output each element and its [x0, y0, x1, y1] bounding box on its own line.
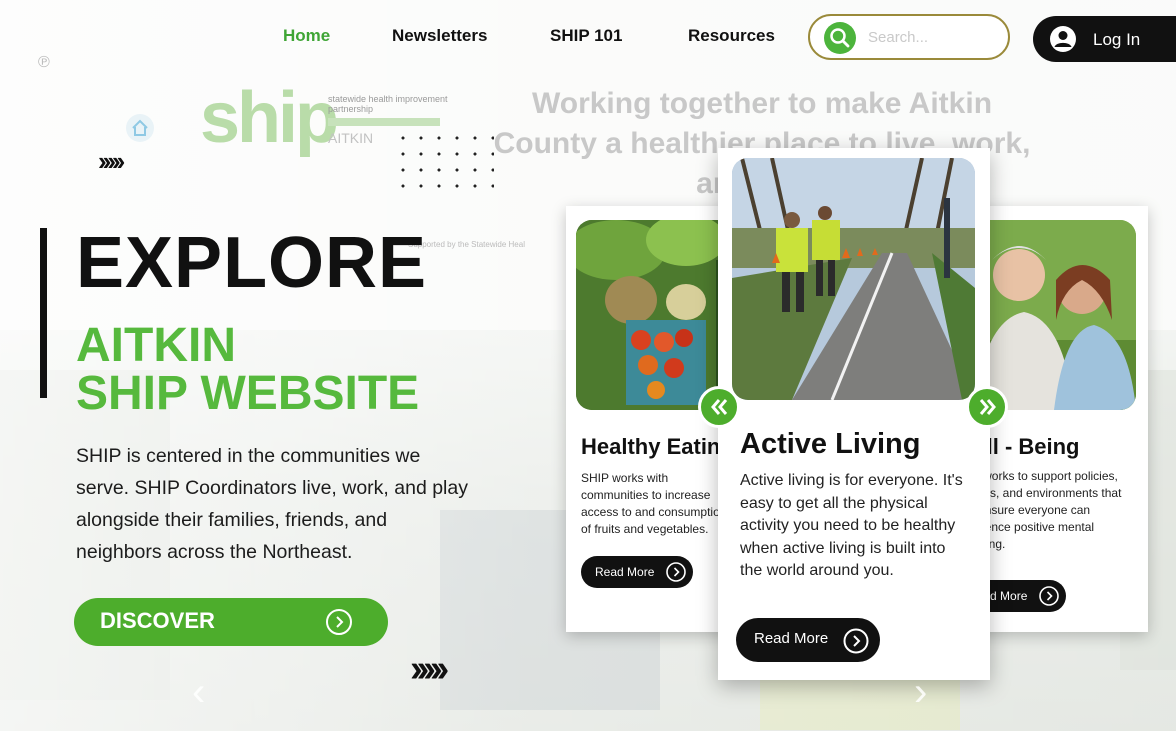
carousel-prev-button[interactable] — [698, 386, 740, 428]
logo-bar — [328, 118, 440, 126]
dot-pattern — [394, 130, 494, 190]
card-title: Active Living — [740, 428, 921, 460]
hero-subtitle: AITKIN SHIP WEBSITE — [76, 322, 419, 418]
chevron-right-circle-icon — [843, 628, 869, 654]
double-chevron-left-icon — [711, 399, 728, 415]
carousel-next-button[interactable] — [966, 386, 1008, 428]
logo-wordmark: ship — [200, 78, 339, 158]
search-box — [808, 14, 1010, 60]
background-prev-arrow-icon[interactable]: ‹ — [192, 670, 205, 715]
pinterest-icon[interactable]: ℗ — [38, 54, 50, 72]
chevron-right-circle-icon — [666, 562, 686, 582]
nav-home[interactable]: Home — [283, 26, 330, 46]
home-icon — [126, 114, 154, 142]
card-title: Healthy Eating — [581, 434, 734, 459]
hero-accent-bar — [40, 228, 47, 398]
nav-resources[interactable]: Resources — [688, 26, 775, 46]
read-more-label: Read More — [754, 630, 829, 647]
card-photo-walkers — [732, 158, 975, 400]
login-label: Log In — [1093, 30, 1141, 49]
nav-ship-101[interactable]: SHIP 101 — [550, 26, 622, 46]
login-button[interactable]: Log In — [1033, 16, 1176, 62]
card-text: SHIP works with communities to increase … — [581, 471, 727, 536]
discover-label: DISCOVER — [100, 608, 215, 633]
card-text: Active living is for everyone. It's easy… — [740, 472, 963, 579]
logo-subtitle: statewide health improvement partnership — [328, 94, 448, 114]
search-icon[interactable] — [824, 22, 856, 54]
nav-newsletters[interactable]: Newsletters — [392, 26, 487, 46]
double-chevron-right-icon — [979, 399, 996, 415]
search-input[interactable] — [868, 24, 998, 50]
card-active-living: Active Living Active living is for every… — [718, 148, 990, 680]
decorative-arrows-icon: ››››› — [98, 146, 125, 176]
hero-title: EXPLORE — [76, 223, 428, 303]
discover-button[interactable]: DISCOVER — [74, 598, 388, 646]
hero-subtitle-line2: SHIP WEBSITE — [76, 367, 420, 420]
chevron-right-circle-icon — [1039, 586, 1059, 606]
hero-subtitle-line1: AITKIN — [76, 319, 236, 372]
background-next-arrow-icon[interactable]: › — [914, 670, 927, 715]
ship-logo: ship statewide health improvement partne… — [200, 78, 448, 158]
read-more-button[interactable]: Read More — [581, 556, 693, 588]
logo-county: AITKIN — [328, 130, 374, 146]
card-photo-produce — [576, 220, 736, 410]
user-icon — [1050, 26, 1076, 52]
read-more-label: Read More — [595, 565, 655, 579]
decorative-arrows-bottom-icon: ››››› — [410, 648, 449, 690]
read-more-button[interactable]: Read More — [736, 618, 880, 662]
chevron-right-circle-icon — [326, 609, 352, 635]
hero-intro: SHIP is centered in the communities we s… — [76, 445, 468, 563]
